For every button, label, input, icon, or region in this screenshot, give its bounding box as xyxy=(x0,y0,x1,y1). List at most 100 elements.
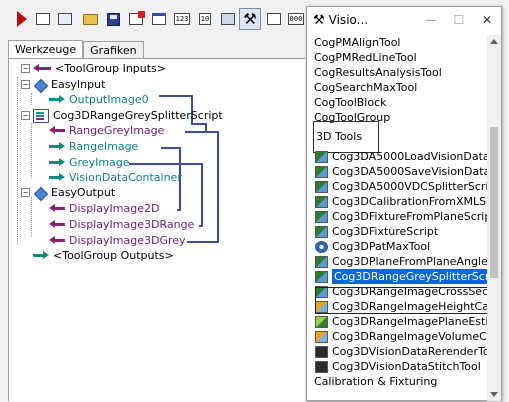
tree-row-displayimage3dgrey[interactable]: DisplayImage3DGrey xyxy=(49,233,186,248)
tool-list: CogPMAlignTool CogPMRedLineTool CogResul… xyxy=(308,35,487,402)
tree-row-script-tool[interactable]: − Cog3DRangeGreySplitterScript xyxy=(21,108,223,123)
tree-row-displayimage2d[interactable]: DisplayImage2D xyxy=(49,201,159,216)
list-item[interactable]: CogPMAlignTool xyxy=(308,35,487,50)
tree-row-visiondatacontainer[interactable]: VisionDataContainer xyxy=(49,170,182,185)
category-3d-tools[interactable]: 3D Tools xyxy=(308,121,487,153)
tab-grafiken[interactable]: Grafiken xyxy=(83,41,144,59)
edit-icon[interactable] xyxy=(33,8,53,30)
tree-row-displayimage3drange[interactable]: DisplayImage3DRange xyxy=(49,217,194,232)
connection-line xyxy=(199,225,203,227)
list-item[interactable]: Cog3DA5000SaveVisionDataToCDL xyxy=(308,164,487,179)
output-terminal-icon xyxy=(49,142,65,151)
import-icon[interactable] xyxy=(126,8,146,30)
save-icon[interactable] xyxy=(103,8,123,30)
numbered-123-icon[interactable]: 123 xyxy=(172,8,192,30)
list-item[interactable]: Cog3DPlaneFromPlaneAngleScript xyxy=(308,254,487,269)
tree-row-easyoutput[interactable]: − EasyOutput xyxy=(21,185,115,200)
collapse-icon[interactable]: − xyxy=(21,64,30,73)
copy-icon[interactable] xyxy=(55,8,75,30)
tree-row-greyimage[interactable]: GreyImage xyxy=(49,155,130,170)
input-arrow-icon xyxy=(33,64,51,73)
scroll-up-icon[interactable] xyxy=(490,39,498,44)
tree-row-toolgroup-inputs[interactable]: − <ToolGroup Inputs> xyxy=(21,61,166,76)
list-item[interactable]: CogPMRedLineTool xyxy=(308,50,487,65)
list-item[interactable]: Cog3DRangeImageVolumeCalcula xyxy=(308,329,487,344)
list-item[interactable]: CogResultsAnalysisTool xyxy=(308,65,487,80)
3d-tool-icon xyxy=(314,150,328,163)
display-icon[interactable] xyxy=(264,8,284,30)
input-terminal-icon xyxy=(49,204,65,213)
collapse-icon[interactable]: − xyxy=(21,188,30,197)
connection-line xyxy=(187,241,219,243)
tree-guide-line xyxy=(17,77,18,245)
run-icon[interactable] xyxy=(12,8,32,30)
collapse-icon[interactable]: − xyxy=(21,111,30,120)
tree-row-rangegreyimage[interactable]: RangeGreyImage xyxy=(49,123,164,138)
tree-guide-line xyxy=(31,93,32,105)
window-title: Visio... xyxy=(328,13,369,27)
tab-werkzeuge[interactable]: Werkzeuge xyxy=(8,40,84,59)
category-calibration[interactable]: Calibration & Fixturing xyxy=(308,374,487,389)
list-item[interactable]: Cog3DVisionDataRerenderTool xyxy=(308,344,487,359)
tools-icon[interactable]: ⚒ xyxy=(239,8,261,30)
connection-line xyxy=(201,163,203,227)
3d-tool-icon xyxy=(314,195,328,208)
list-item[interactable]: Cog3DA5000LoadVisionDataFromFi xyxy=(308,149,487,164)
list-item[interactable]: CogToolBlock xyxy=(308,95,487,110)
3d-tool-icon xyxy=(314,315,328,328)
open-folder-icon[interactable] xyxy=(80,8,100,30)
list-item[interactable]: Cog3DRangeImagePlaneEstimator xyxy=(308,314,487,329)
list-item-selected[interactable]: Cog3DRangeGreySplitterScript xyxy=(308,269,487,284)
collapse-icon[interactable]: − xyxy=(21,80,30,89)
vision-tools-window[interactable]: ⚒ Visio... — ☐ ✕ CogPMAlignTool CogPMRed… xyxy=(306,6,502,401)
displayimage2d-label: DisplayImage2D xyxy=(69,202,160,215)
connection-line xyxy=(159,95,193,97)
scroll-down-icon[interactable] xyxy=(490,392,498,397)
list-item[interactable]: Cog3DPatMaxTool xyxy=(308,239,487,254)
window-icon[interactable] xyxy=(149,8,169,30)
script-tool-icon xyxy=(33,108,49,123)
connection-line xyxy=(161,147,181,149)
3d-tool-icon xyxy=(314,225,328,238)
toolgroup-inputs-label: <ToolGroup Inputs> xyxy=(55,62,166,75)
3d-tool-icon xyxy=(314,360,328,373)
3d-tool-icon xyxy=(314,210,328,223)
rangegreyimage-label: RangeGreyImage xyxy=(69,124,165,137)
tool-tree: − <ToolGroup Inputs> − EasyInput OutputI… xyxy=(8,58,305,401)
list-item[interactable]: Cog3DFixtureFromPlaneScript xyxy=(308,209,487,224)
tree-row-rangeimage[interactable]: RangeImage xyxy=(49,139,138,154)
3d-tool-icon xyxy=(314,180,328,193)
tab-strip: Werkzeuge Grafiken xyxy=(8,40,144,59)
window-titlebar[interactable]: ⚒ Visio... — ☐ ✕ xyxy=(307,7,501,33)
tree-row-easyinput[interactable]: − EasyInput xyxy=(21,77,105,92)
list-item[interactable]: Cog3DA5000VDCSplitterScript xyxy=(308,179,487,194)
maximize-button[interactable]: ☐ xyxy=(445,13,473,27)
image-icon[interactable] xyxy=(218,8,238,30)
vertical-scrollbar[interactable] xyxy=(487,35,501,401)
output-arrow-icon xyxy=(33,251,49,260)
list-item[interactable]: Cog3DVisionDataStitchTool xyxy=(308,359,487,374)
counter-icon[interactable]: 000 xyxy=(286,8,306,30)
list-item[interactable]: Cog3DRangeImageHeightCalculat xyxy=(308,299,487,314)
3d-tool-icon xyxy=(314,345,328,358)
list-item[interactable]: Cog3DFixtureScript xyxy=(308,224,487,239)
greyimage-label: GreyImage xyxy=(69,156,130,169)
input-terminal-icon xyxy=(49,126,65,135)
globe-icon xyxy=(314,240,328,253)
tree-guide-line xyxy=(31,197,32,237)
tree-row-toolgroup-outputs[interactable]: <ToolGroup Outputs> xyxy=(33,248,174,263)
easyinput-tool-icon xyxy=(33,78,47,92)
list-item[interactable]: CogSearchMaxTool xyxy=(308,80,487,95)
close-button[interactable]: ✕ xyxy=(473,13,501,27)
list-item[interactable]: Cog3DRangeImageCrossSectionT xyxy=(308,284,487,299)
connection-line xyxy=(205,131,219,133)
tree-row-outputimage0[interactable]: OutputImage0 xyxy=(49,92,149,107)
minimize-button[interactable]: — xyxy=(417,13,445,27)
visiondatacontainer-label: VisionDataContainer xyxy=(69,171,182,184)
list-item[interactable]: Cog3DCalibrationFromXMLScript xyxy=(308,194,487,209)
tree-guide-line xyxy=(31,123,32,178)
numbered-10-icon[interactable]: 10 xyxy=(195,8,215,30)
connection-line xyxy=(177,209,181,211)
displayimage3dgrey-label: DisplayImage3DGrey xyxy=(69,234,186,247)
scrollbar-thumb[interactable] xyxy=(490,127,498,278)
